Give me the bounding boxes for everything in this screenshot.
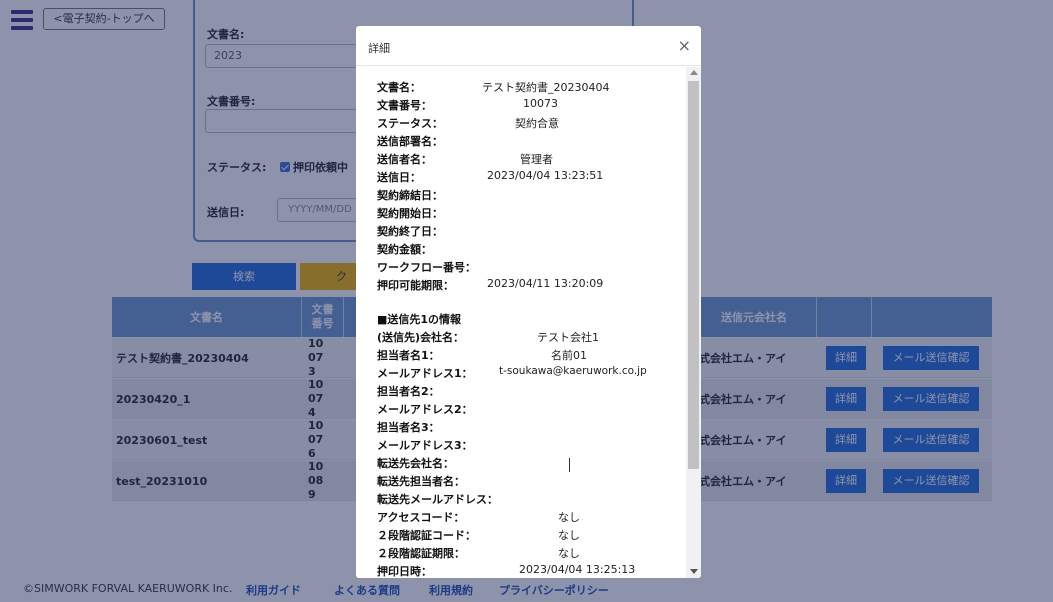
scroll-thumb[interactable] <box>688 81 699 469</box>
field-seal-datetime: 押印日時： 2023/04/04 13:25:13 <box>377 563 677 578</box>
field-start-date: 契約開始日： <box>377 205 677 223</box>
scroll-up-arrow-icon[interactable] <box>690 70 698 75</box>
field-doc-number: 文書番号： 10073 <box>377 97 677 115</box>
field-label: 文書番号： <box>377 99 432 112</box>
field-value: 2023/04/11 13:20:09 <box>487 277 604 290</box>
recipient-section-title: ■送信先1の情報 <box>377 313 462 326</box>
modal-scrollbar[interactable] <box>686 67 701 578</box>
field-department: 送信部署名： <box>377 133 677 151</box>
field-value: テスト契約書_20230404 <box>482 81 610 94</box>
field-label: 担当者名1： <box>377 349 440 362</box>
field-label: 担当者名3： <box>377 421 440 434</box>
field-label: ２段階認証コード： <box>377 529 476 542</box>
field-label: (送信先)会社名： <box>377 331 465 344</box>
field-label: 転送先メールアドレス： <box>377 493 498 506</box>
field-forward-contact: 転送先担当者名： <box>377 473 677 491</box>
modal-title: 詳細 <box>368 42 390 55</box>
field-value: なし <box>558 511 580 524</box>
field-recipient-company: (送信先)会社名： テスト会社1 <box>377 329 677 347</box>
field-contact-1: 担当者名1： 名前01 <box>377 347 677 365</box>
field-label: 送信者名： <box>377 153 432 166</box>
text-cursor <box>569 458 570 472</box>
field-label: ステータス： <box>377 117 443 130</box>
field-workflow-no: ワークフロー番号： <box>377 259 677 277</box>
field-value: 管理者 <box>520 153 553 166</box>
field-value: テスト会社1 <box>537 331 599 344</box>
field-label: 送信部署名： <box>377 135 443 148</box>
field-value: 契約合意 <box>515 117 559 130</box>
modal-body: 文書名： テスト契約書_20230404 文書番号： 10073 ステータス： … <box>356 67 686 578</box>
field-label: 担当者名2： <box>377 385 440 398</box>
field-label: メールアドレス2： <box>377 403 473 416</box>
field-email-2: メールアドレス2： <box>377 401 677 419</box>
field-label: ２段階認証期限： <box>377 547 465 560</box>
field-label: メールアドレス1： <box>377 367 473 380</box>
field-contract-date: 契約締結日： <box>377 187 677 205</box>
field-label: 転送先担当者名： <box>377 475 465 488</box>
field-label: 契約終了日： <box>377 225 443 238</box>
field-value: 名前01 <box>551 349 587 362</box>
detail-modal: 詳細 × 文書名： テスト契約書_20230404 文書番号： 10073 ステ… <box>356 26 701 578</box>
field-send-date: 送信日： 2023/04/04 13:23:51 <box>377 169 677 187</box>
field-contact-2: 担当者名2： <box>377 383 677 401</box>
field-2fa-code: ２段階認証コード： なし <box>377 527 677 545</box>
field-2fa-deadline: ２段階認証期限： なし <box>377 545 677 563</box>
field-value: なし <box>558 529 580 542</box>
field-label: 契約金額： <box>377 243 432 256</box>
field-label: 押印日時： <box>377 565 432 578</box>
field-end-date: 契約終了日： <box>377 223 677 241</box>
field-email-3: メールアドレス3： <box>377 437 677 455</box>
field-label: 文書名： <box>377 81 421 94</box>
modal-header: 詳細 × <box>356 26 701 66</box>
field-label: 契約開始日： <box>377 207 443 220</box>
field-seal-deadline: 押印可能期限： 2023/04/11 13:20:09 <box>377 277 677 295</box>
field-sender: 送信者名： 管理者 <box>377 151 677 169</box>
field-contact-3: 担当者名3： <box>377 419 677 437</box>
field-label: ワークフロー番号： <box>377 261 476 274</box>
field-value: t-soukawa@kaeruwork.co.jp <box>499 365 647 377</box>
field-label: 送信日： <box>377 171 421 184</box>
field-label: メールアドレス3： <box>377 439 473 452</box>
field-status: ステータス： 契約合意 <box>377 115 677 133</box>
field-email-1: メールアドレス1： t-soukawa@kaeruwork.co.jp <box>377 365 677 383</box>
field-value: なし <box>558 547 580 560</box>
field-forward-company: 転送先会社名： <box>377 455 677 473</box>
field-label: アクセスコード： <box>377 511 465 524</box>
field-forward-email: 転送先メールアドレス： <box>377 491 677 509</box>
field-label: 押印可能期限： <box>377 279 454 292</box>
field-doc-name: 文書名： テスト契約書_20230404 <box>377 79 677 97</box>
field-label: 契約締結日： <box>377 189 443 202</box>
close-icon[interactable]: × <box>678 36 691 55</box>
field-value: 2023/04/04 13:25:13 <box>519 563 636 576</box>
field-amount: 契約金額： <box>377 241 677 259</box>
field-label: 転送先会社名： <box>377 457 454 470</box>
field-access-code: アクセスコード： なし <box>377 509 677 527</box>
field-value: 10073 <box>523 97 558 110</box>
scroll-down-arrow-icon[interactable] <box>690 569 698 574</box>
field-value: 2023/04/04 13:23:51 <box>487 169 604 182</box>
